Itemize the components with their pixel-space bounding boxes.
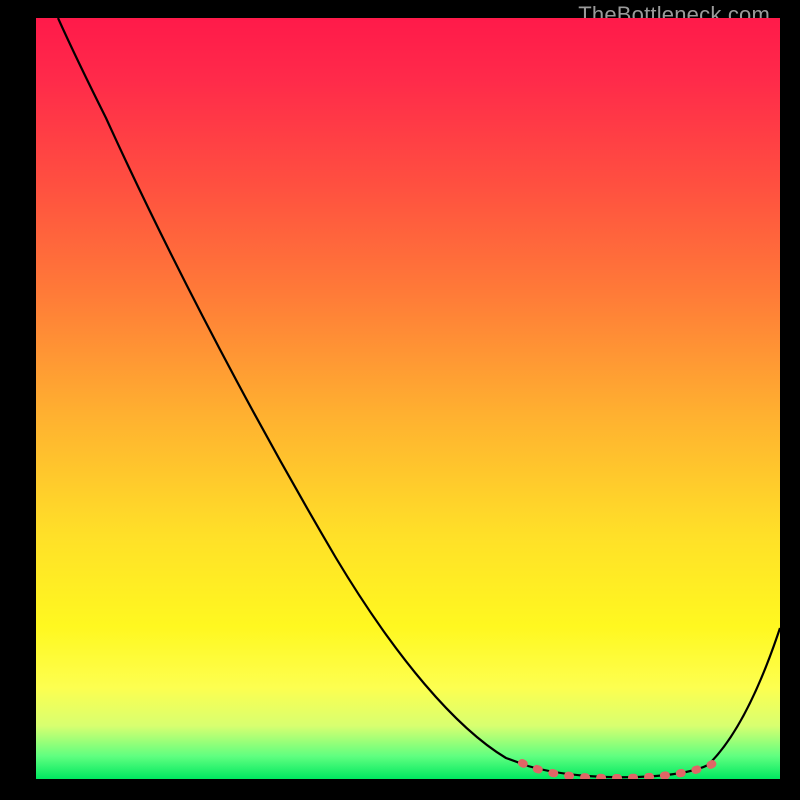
chart-container: TheBottleneck.com	[0, 0, 800, 800]
bottleneck-curve-right	[708, 628, 780, 765]
bottleneck-curve-left	[58, 18, 528, 766]
plot-area	[36, 18, 780, 779]
optimal-range-marker	[522, 762, 716, 778]
curve-layer	[36, 18, 780, 779]
